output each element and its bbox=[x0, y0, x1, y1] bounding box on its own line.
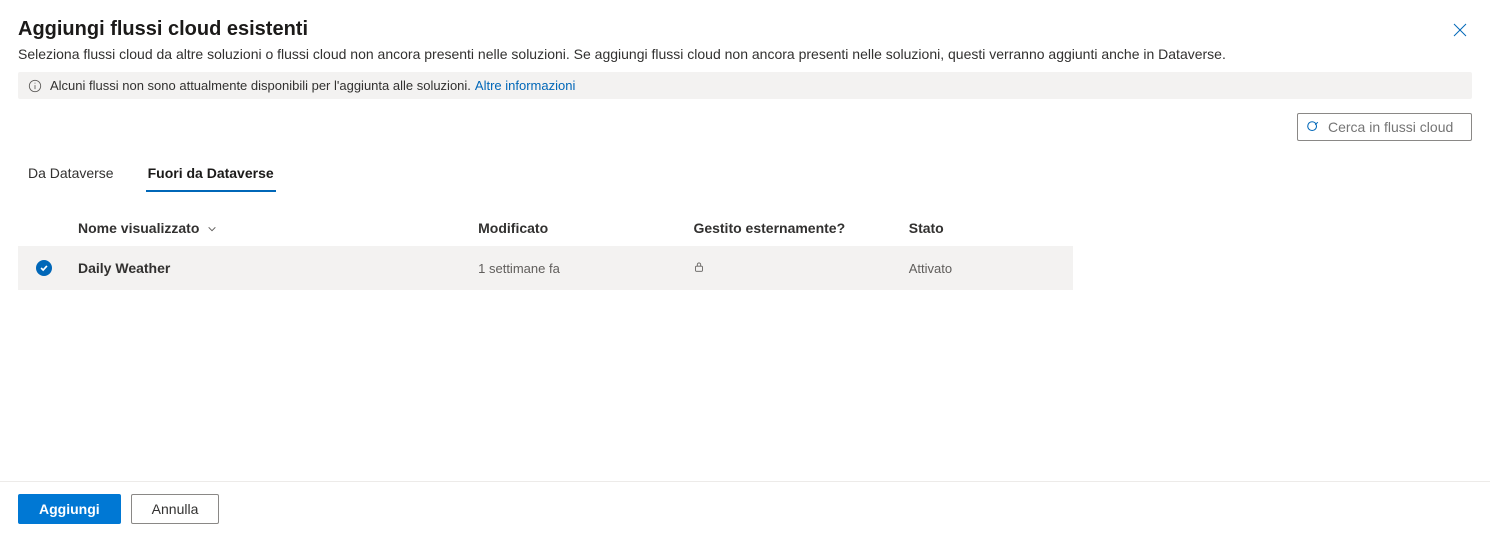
col-header-name-label: Nome visualizzato bbox=[78, 220, 199, 236]
row-state: Attivato bbox=[901, 246, 1073, 290]
table-header-row: Nome visualizzato Modificato Gestito est… bbox=[18, 210, 1073, 246]
table-row[interactable]: Daily Weather 1 settimane fa Attivato bbox=[18, 246, 1073, 290]
info-icon bbox=[28, 79, 42, 93]
dialog-footer: Aggiungi Annulla bbox=[0, 481, 1490, 536]
close-button[interactable] bbox=[1448, 18, 1472, 42]
close-icon bbox=[1452, 22, 1468, 38]
info-bar-link[interactable]: Altre informazioni bbox=[475, 78, 575, 93]
col-header-state[interactable]: Stato bbox=[901, 210, 1073, 246]
info-bar-text: Alcuni flussi non sono attualmente dispo… bbox=[50, 78, 471, 93]
tab-list: Da Dataverse Fuori da Dataverse bbox=[18, 155, 1472, 192]
cancel-button[interactable]: Annulla bbox=[131, 494, 220, 524]
col-header-name[interactable]: Nome visualizzato bbox=[18, 210, 470, 246]
lock-icon bbox=[693, 261, 705, 273]
tab-fuori-da-dataverse[interactable]: Fuori da Dataverse bbox=[146, 155, 276, 191]
chevron-down-icon bbox=[207, 224, 217, 234]
dialog-subtitle: Seleziona flussi cloud da altre soluzion… bbox=[18, 46, 1472, 62]
row-managed bbox=[685, 246, 900, 290]
info-bar: Alcuni flussi non sono attualmente dispo… bbox=[18, 72, 1472, 99]
add-button[interactable]: Aggiungi bbox=[18, 494, 121, 524]
row-selected-checkmark[interactable] bbox=[36, 260, 52, 276]
col-header-modified[interactable]: Modificato bbox=[470, 210, 685, 246]
search-box[interactable] bbox=[1297, 113, 1472, 141]
col-header-managed[interactable]: Gestito esternamente? bbox=[685, 210, 900, 246]
dialog-title: Aggiungi flussi cloud esistenti bbox=[18, 18, 308, 41]
row-name: Daily Weather bbox=[78, 260, 170, 276]
tab-da-dataverse[interactable]: Da Dataverse bbox=[26, 155, 116, 191]
row-modified: 1 settimane fa bbox=[470, 246, 685, 290]
search-icon bbox=[1306, 120, 1320, 134]
row-name-cell: Daily Weather bbox=[18, 246, 470, 290]
flows-table: Nome visualizzato Modificato Gestito est… bbox=[18, 210, 1073, 290]
check-icon bbox=[39, 263, 49, 273]
search-input[interactable] bbox=[1326, 118, 1463, 136]
